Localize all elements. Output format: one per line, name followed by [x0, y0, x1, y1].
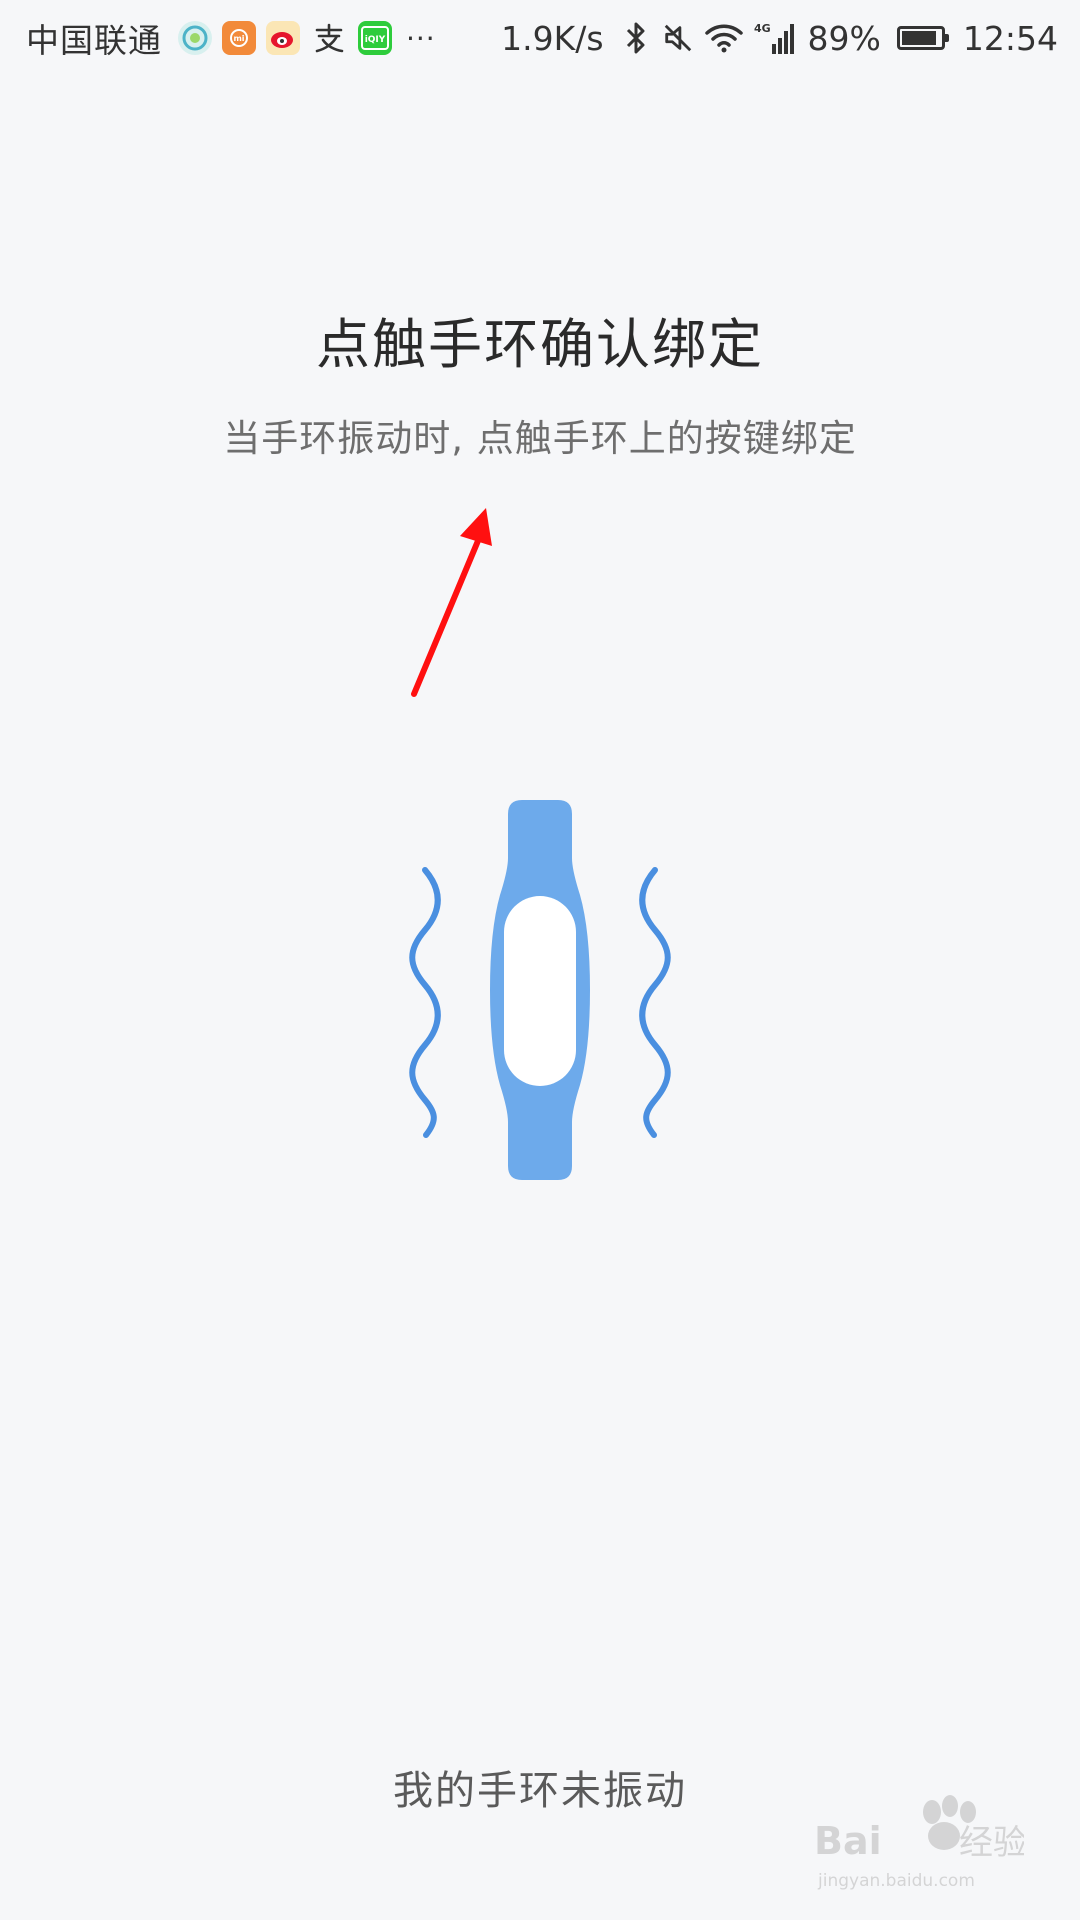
network-speed: 1.9K/s — [501, 18, 604, 58]
vibrating-band-icon — [409, 800, 671, 1180]
battery-icon — [896, 26, 949, 50]
clock: 12:54 — [962, 18, 1058, 58]
svg-text:经验: 经验 — [959, 1823, 1024, 1863]
wifi-icon — [704, 20, 744, 56]
svg-text:mi: mi — [233, 34, 244, 43]
svg-text:jingyan.baidu.com: jingyan.baidu.com — [817, 1871, 975, 1891]
more-notifications-icon: ··· — [406, 21, 436, 55]
bluetooth-icon — [620, 20, 652, 56]
iqiyi-icon: iQIY — [358, 21, 392, 55]
alipay-icon — [310, 21, 348, 55]
svg-text:iQIY: iQIY — [365, 35, 386, 45]
battery-level — [901, 31, 936, 45]
carrier-name: 中国联通 — [26, 21, 162, 60]
baidu-jingyan-watermark-logo: Bai 经验 jingyan.baidu.com — [814, 1795, 1024, 1891]
status-bar-right: 1.9K/s 4G 89% 12:54 — [501, 0, 1058, 76]
vibration-wave-left-icon — [409, 867, 441, 1138]
svg-text:Bai: Bai — [814, 1819, 882, 1863]
battery-percent: 89% — [807, 18, 881, 58]
page-title: 点触手环确认绑定 — [316, 313, 764, 376]
red-arrow-annotation — [411, 508, 492, 697]
status-bar-left: 中国联通 mi iQIY ··· — [26, 0, 436, 76]
weibo-icon — [266, 21, 300, 55]
baofeng-icon — [178, 21, 212, 55]
xiaomi-mi-icon: mi — [222, 21, 256, 55]
vibration-wave-right-icon — [639, 867, 671, 1138]
status-bar: 中国联通 mi iQIY ··· 1.9K/s 4G 89% 12:54 — [0, 0, 1080, 76]
mute-icon — [662, 20, 694, 56]
page-subtitle: 当手环振动时, 点触手环上的按键绑定 — [223, 417, 857, 460]
band-screen-shape — [504, 896, 576, 1086]
signal-4g-icon: 4G — [754, 20, 798, 56]
network-type-label: 4G — [754, 22, 771, 35]
